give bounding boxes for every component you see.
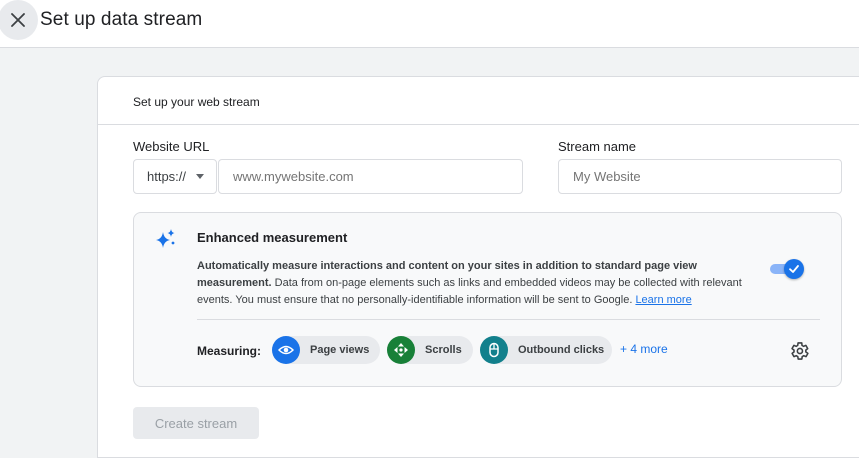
create-stream-button[interactable]: Create stream [133,407,259,439]
chip-outbound-clicks[interactable]: Outbound clicks [480,336,612,364]
sparkle-icon [156,229,175,248]
check-icon [789,265,799,273]
toggle-knob [784,259,804,279]
stream-name-field[interactable] [558,159,842,194]
enhanced-measurement-description: Automatically measure interactions and c… [197,258,767,309]
stream-name-label: Stream name [558,139,637,154]
chevron-down-icon [196,174,205,179]
protocol-select[interactable]: https:// [133,159,217,194]
chip-label: Page views [310,344,370,356]
gear-icon[interactable] [788,340,810,362]
card-title: Set up your web stream [133,95,260,109]
scroll-arrows-icon [387,336,415,364]
chip-page-views[interactable]: Page views [272,336,380,364]
learn-more-link[interactable]: Learn more [635,294,691,306]
page-title: Set up data stream [40,9,203,30]
website-url-field[interactable] [218,159,523,194]
web-stream-card: Set up your web stream Website URL https… [97,76,859,458]
divider [197,319,820,320]
chip-label: Outbound clicks [518,344,605,356]
card-header: Set up your web stream [98,77,859,125]
enhanced-measurement-title: Enhanced measurement [197,230,348,245]
chip-scrolls[interactable]: Scrolls [387,336,473,364]
website-url-input[interactable] [219,160,522,193]
close-button[interactable] [0,0,38,40]
more-events-link[interactable]: + 4 more [620,342,668,356]
website-url-label: Website URL [133,139,210,154]
mouse-icon [480,336,508,364]
top-bar: Set up data stream [0,0,859,48]
close-icon [11,13,25,27]
protocol-value: https:// [147,169,187,184]
eye-icon [272,336,300,364]
chip-label: Scrolls [425,344,462,356]
enhanced-measurement-toggle[interactable] [770,259,804,279]
enhanced-measurement-panel: Enhanced measurement Automatically measu… [133,212,842,387]
stream-name-input[interactable] [559,160,841,193]
measuring-label: Measuring: [197,344,262,358]
